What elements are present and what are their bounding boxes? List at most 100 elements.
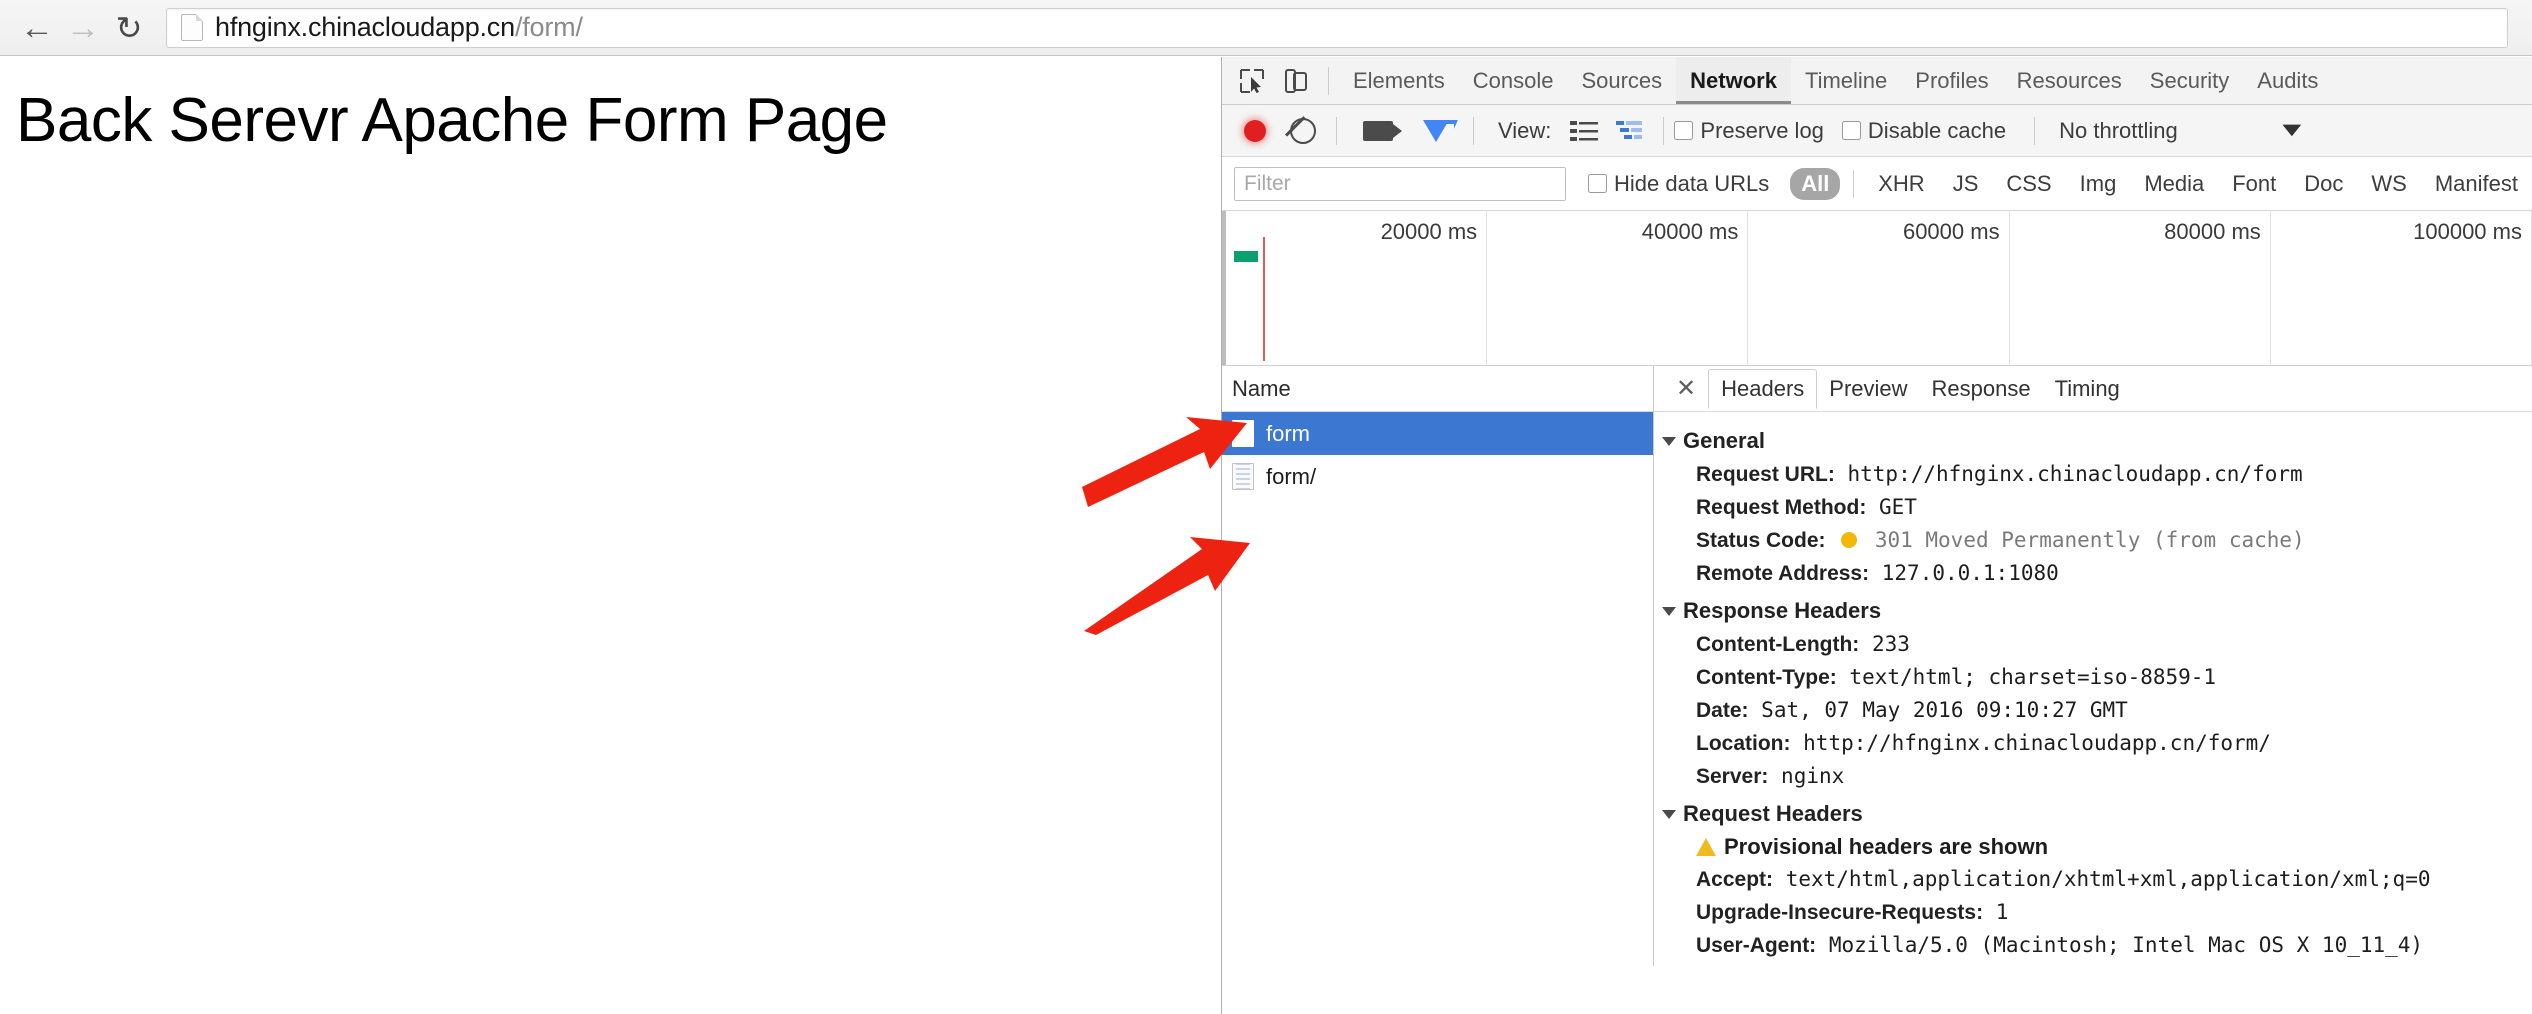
tab-response[interactable]: Response [1920, 370, 2043, 408]
tab-timing[interactable]: Timing [2043, 370, 2132, 408]
hide-data-urls-checkbox[interactable]: Hide data URLs [1587, 171, 1769, 197]
inspect-element-icon[interactable] [1230, 61, 1274, 101]
tab-resources[interactable]: Resources [2003, 57, 2136, 104]
clear-icon[interactable] [1290, 117, 1316, 144]
overview-tick-20000: 20000 ms [1226, 211, 1488, 365]
waterfall-view-icon[interactable] [1616, 119, 1644, 143]
list-view-icon[interactable] [1570, 119, 1599, 143]
details-tab-bar: ✕ Headers Preview Response Timing [1654, 366, 2532, 412]
table-row[interactable]: form/ [1222, 455, 1653, 498]
forward-arrow-icon: → [66, 8, 100, 47]
toolbar-divider-2 [1336, 116, 1337, 145]
type-filter-xhr[interactable]: XHR [1867, 168, 1935, 200]
type-filter-media[interactable]: Media [2133, 168, 2215, 200]
header-value: 301 Moved Permanently (from cache) [1874, 528, 2305, 552]
hide-data-urls-box[interactable] [1587, 174, 1607, 193]
inspect-element-glyph [1240, 68, 1264, 93]
back-arrow-icon[interactable]: ← [14, 5, 60, 51]
header-request-method: Request Method: GET [1696, 491, 2532, 524]
overview-tick-label: 100000 ms [2413, 219, 2522, 244]
header-value: text/html,application/xhtml+xml,applicat… [1785, 867, 2431, 891]
header-name: Remote Address: [1696, 562, 1870, 585]
requests-column-header[interactable]: Name [1222, 366, 1653, 412]
warning-text: Provisional headers are shown [1724, 834, 2049, 859]
request-name: form [1266, 420, 1310, 446]
table-row[interactable]: form [1222, 412, 1653, 455]
section-response-headers[interactable]: Response Headers [1662, 598, 2532, 624]
header-request-url: Request URL: http://hfnginx.chinacloudap… [1696, 458, 2532, 491]
preserve-log-checkbox[interactable]: Preserve log [1674, 118, 1824, 144]
network-body: Name form form/ ✕ Headers Preview Respon… [1222, 366, 2532, 966]
waterfall-view-glyph [1616, 120, 1643, 139]
disable-cache-box[interactable] [1841, 121, 1861, 140]
filter-input[interactable] [1234, 166, 1566, 201]
address-bar[interactable]: hfnginx.chinacloudapp.cn/form/ [166, 7, 2508, 48]
chevron-down-icon[interactable]: ▼ [2276, 119, 2308, 142]
warning-icon [1696, 838, 1716, 856]
network-overview-timeline[interactable]: 20000 ms 40000 ms 60000 ms 80000 ms 1000… [1222, 211, 2532, 366]
section-general[interactable]: General [1662, 428, 2532, 454]
toolbar-divider-5 [2034, 116, 2036, 145]
toolbar-divider-3 [1473, 116, 1474, 145]
header-name: Date: [1696, 699, 1749, 722]
tab-profiles[interactable]: Profiles [1901, 57, 2002, 104]
overview-tick-40000: 40000 ms [1487, 211, 1749, 365]
list-view-glyph [1570, 120, 1599, 141]
url-host: hfnginx.chinacloudapp.cn [215, 12, 515, 42]
request-details-pane: ✕ Headers Preview Response Timing Genera… [1654, 366, 2532, 966]
header-name: Accept: [1696, 868, 1774, 891]
header-name: Content-Type: [1696, 666, 1837, 689]
record-button-icon[interactable] [1244, 119, 1266, 142]
close-icon[interactable]: ✕ [1664, 374, 1708, 403]
overview-tick-label: 60000 ms [1902, 219, 2000, 244]
request-name: form/ [1266, 463, 1317, 489]
camera-icon[interactable] [1363, 120, 1402, 141]
throttling-select[interactable]: No throttling [2059, 118, 2178, 144]
address-bar-url: hfnginx.chinacloudapp.cn/form/ [215, 12, 583, 43]
tab-audits[interactable]: Audits [2243, 57, 2332, 104]
tab-elements[interactable]: Elements [1339, 57, 1459, 104]
header-value: GET [1878, 495, 1917, 519]
tab-sources[interactable]: Sources [1567, 57, 1676, 104]
type-filter-js[interactable]: JS [1942, 168, 1990, 200]
tab-console[interactable]: Console [1459, 57, 1568, 104]
section-title: General [1683, 428, 1765, 453]
tab-headers[interactable]: Headers [1708, 369, 1818, 409]
section-request-headers[interactable]: Request Headers [1662, 801, 2532, 827]
type-filter-img[interactable]: Img [2069, 168, 2128, 200]
header-name: Request Method: [1696, 496, 1867, 519]
toolbar-divider [1328, 66, 1329, 95]
type-filter-font[interactable]: Font [2221, 168, 2287, 200]
preserve-log-box[interactable] [1674, 121, 1694, 140]
tab-preview[interactable]: Preview [1817, 370, 1919, 408]
type-filter-all[interactable]: All [1790, 167, 1841, 200]
header-value: 127.0.0.1:1080 [1881, 561, 2059, 585]
tab-timeline[interactable]: Timeline [1791, 57, 1901, 104]
header-value: Mozilla/5.0 (Macintosh; Intel Mac OS X 1… [1828, 933, 2424, 957]
page-viewport: Back Serevr Apache Form Page [0, 57, 1221, 1014]
header-remote-address: Remote Address: 127.0.0.1:1080 [1696, 557, 2532, 590]
headers-content: General Request URL: http://hfnginx.chin… [1654, 412, 2532, 962]
devtools-panel: Elements Console Sources Network Timelin… [1221, 57, 2532, 1014]
funnel-icon[interactable] [1423, 119, 1449, 142]
header-value: text/html; charset=iso-8859-1 [1849, 665, 2217, 689]
filter-divider [1853, 169, 1855, 198]
header-content-type: Content-Type: text/html; charset=iso-885… [1696, 661, 2532, 694]
tab-network[interactable]: Network [1676, 57, 1791, 104]
document-icon [1232, 463, 1254, 490]
disable-cache-checkbox[interactable]: Disable cache [1841, 118, 2006, 144]
toggle-device-toolbar-icon[interactable] [1274, 61, 1318, 101]
type-filter-css[interactable]: CSS [1995, 168, 2062, 200]
header-date: Date: Sat, 07 May 2016 09:10:27 GMT [1696, 694, 2532, 727]
section-title: Request Headers [1683, 801, 1863, 826]
reload-icon[interactable]: ↻ [106, 5, 152, 51]
load-event-marker [1263, 237, 1265, 361]
tab-security[interactable]: Security [2136, 57, 2243, 104]
type-filter-doc[interactable]: Doc [2293, 168, 2354, 200]
url-path: /form/ [514, 12, 583, 42]
type-filter-ws[interactable]: WS [2360, 168, 2417, 200]
header-name: Upgrade-Insecure-Requests: [1696, 901, 1984, 924]
header-upgrade-insecure-requests: Upgrade-Insecure-Requests: 1 [1696, 896, 2532, 929]
overview-grid: 20000 ms 40000 ms 60000 ms 80000 ms 1000… [1226, 211, 2532, 365]
type-filter-manifest[interactable]: Manifest [2424, 168, 2529, 200]
